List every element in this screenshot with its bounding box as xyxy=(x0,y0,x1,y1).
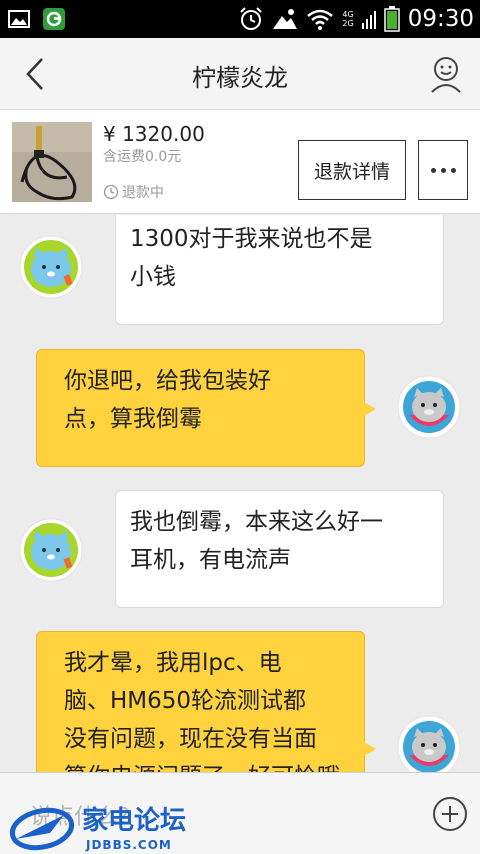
alarm-icon xyxy=(240,7,263,30)
my-avatar[interactable] xyxy=(397,375,461,439)
refund-details-button[interactable]: 退款详情 xyxy=(298,140,406,200)
user-face-icon xyxy=(431,57,461,93)
message-bubble-2: 你退吧，给我包装好 点，算我倒霉 xyxy=(36,349,365,467)
product-price: ¥ 1320.00 xyxy=(103,122,205,146)
status-bar: 4G 2G 09:30 xyxy=(0,0,480,38)
cat-avatar-icon xyxy=(19,518,83,582)
wifi-icon xyxy=(307,9,334,30)
message-bubble-4: 我才晕，我用lpc、电 脑、HM650轮流测试都 没有问题，现在没有当面 算你电… xyxy=(36,631,365,772)
profile-button[interactable] xyxy=(428,54,464,94)
refund-status-label: 退款中 xyxy=(122,185,164,201)
weather-icon xyxy=(273,9,298,29)
my-avatar[interactable] xyxy=(397,715,461,772)
product-thumbnail[interactable] xyxy=(12,122,92,202)
jdbbs-watermark-logo: 家电论坛 JDBBS.COM xyxy=(9,805,186,852)
earphone-product-image xyxy=(12,122,92,202)
battery-icon xyxy=(383,6,400,32)
network-type: 4G 2G xyxy=(342,10,354,28)
shipping-fee: 含运费0.0元 xyxy=(103,149,182,165)
message-bubble-1: 1300对于我来说也不是 小钱 xyxy=(115,215,444,325)
message-input-bar: 说点什么？ 家电论坛 JDBBS.COM xyxy=(0,772,480,854)
page-title: 柠檬炎龙 xyxy=(192,64,288,92)
image-icon xyxy=(8,10,30,28)
chat-header: 柠檬炎龙 xyxy=(0,38,480,110)
add-attachment-button[interactable] xyxy=(433,797,467,831)
cat-avatar-icon xyxy=(19,235,83,299)
svg-text:JDBBS.COM: JDBBS.COM xyxy=(85,838,172,852)
seller-avatar[interactable] xyxy=(19,518,83,582)
clock-icon xyxy=(103,184,119,200)
more-button[interactable] xyxy=(418,140,468,200)
signal-icon xyxy=(361,11,376,29)
shield-app-icon xyxy=(43,8,65,30)
chat-messages[interactable]: 1300对于我来说也不是 小钱 你退吧，给我包装好 点，算我倒霉 我也倒霉，本来… xyxy=(0,215,480,772)
clock: 09:30 xyxy=(407,6,474,32)
seller-avatar[interactable] xyxy=(19,235,83,299)
more-dots-icon xyxy=(430,167,436,173)
svg-text:家电论坛: 家电论坛 xyxy=(82,805,186,836)
astronaut-cat-avatar-icon xyxy=(397,375,461,439)
astronaut-cat-avatar-icon xyxy=(397,715,461,772)
refund-status: 退款中 xyxy=(103,182,164,202)
message-bubble-3: 我也倒霉，本来这么好一 耳机，有电流声 xyxy=(115,490,444,608)
product-bar: ¥ 1320.00 含运费0.0元 退款中 退款详情 xyxy=(0,110,480,214)
